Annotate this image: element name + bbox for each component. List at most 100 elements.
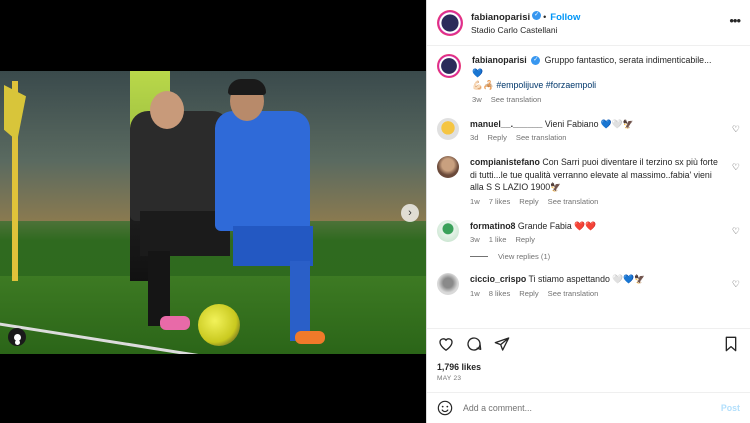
comment-meta: 3w 1 like Reply	[470, 235, 722, 244]
view-replies-label[interactable]: View replies (1)	[498, 252, 550, 261]
comment-text-block: formatino8 Grande Fabia ❤️❤️	[470, 220, 722, 233]
post-header: fabianoparisi ✓ • Follow Stadio Carlo Caste…	[427, 0, 750, 46]
comment-item: manuel__.______ Vieni Fabiano 💙🤍🦅 3d Repl…	[437, 117, 740, 143]
avatar[interactable]	[437, 54, 461, 78]
comment-username[interactable]: compianistefano	[470, 157, 540, 167]
comment-meta: 1w 7 likes Reply See translation	[470, 197, 722, 206]
instagram-post-view: › fabianoparisi ✓ • Follow Stadio Carlo Cas…	[0, 0, 750, 423]
share-icon[interactable]	[493, 335, 511, 353]
emoji-icon[interactable]	[437, 400, 453, 416]
player-blue-hair	[228, 79, 266, 95]
more-options-icon[interactable]: •••	[729, 13, 741, 28]
player-blue-leg	[290, 261, 310, 341]
caption-time: 3w	[472, 94, 482, 104]
comment-likes[interactable]: 1 like	[489, 235, 507, 244]
avatar[interactable]	[437, 273, 459, 295]
comment-time: 1w	[470, 288, 480, 298]
comment-text: Ti stiamo aspettando 🤍💙🦅	[528, 274, 646, 284]
follow-button[interactable]: Follow	[550, 12, 580, 23]
caption-hashtags[interactable]: #empolijuve #forzaempoli	[496, 80, 596, 90]
comment-icon[interactable]	[465, 335, 483, 353]
view-replies-button[interactable]: View replies (1)	[470, 252, 740, 261]
add-comment-bar: Post	[427, 392, 750, 423]
user-tag-glyph	[13, 333, 21, 341]
comment-text-block: compianistefano Con Sarri puoi diventare…	[470, 156, 722, 194]
caption: fabianoparisi ✓ Gruppo fantastico, serat…	[437, 54, 740, 104]
chevron-right-icon[interactable]: ›	[401, 204, 419, 222]
comment-svg	[467, 336, 482, 351]
comment-text: Vieni Fabiano 💙🤍🦅	[544, 118, 634, 129]
user-tag-icon[interactable]	[8, 328, 26, 346]
avatar[interactable]	[437, 9, 463, 36]
verified-badge-icon: ✓	[531, 56, 541, 66]
comment-username[interactable]: ciccio_crispo	[470, 274, 526, 284]
avatar[interactable]	[437, 219, 459, 242]
comments-list[interactable]: fabianoparisi ✓ Gruppo fantastico, serat…	[427, 46, 750, 322]
media-panel: ›	[0, 0, 426, 423]
comment-body: manuel__.______ Vieni Fabiano 💙🤍🦅 3d Repl…	[470, 118, 740, 143]
bookmark-icon[interactable]	[722, 335, 740, 353]
comment-likes[interactable]: 8 likes	[489, 289, 511, 298]
comment-meta: 3d Reply See translation	[470, 133, 722, 142]
see-translation-link[interactable]: See translation	[516, 133, 567, 142]
caption-meta: 3w See translation	[472, 95, 722, 104]
reply-button[interactable]: Reply	[515, 235, 534, 244]
comment-username[interactable]: manuel__.______	[470, 119, 542, 129]
comment-item: ciccio_crispo Ti stiamo aspettando 🤍💙🦅 1…	[437, 273, 740, 298]
action-bar	[427, 328, 750, 358]
see-translation-link[interactable]: See translation	[548, 289, 599, 298]
comment-likes[interactable]: 7 likes	[489, 197, 511, 206]
see-translation-link[interactable]: See translation	[548, 197, 599, 206]
comment-text-block: manuel__.______ Vieni Fabiano 💙🤍🦅	[470, 118, 722, 131]
comment-meta: 1w 8 likes Reply See translation	[470, 289, 722, 298]
player-black-shoe	[160, 316, 190, 330]
comment-time: 1w	[470, 196, 480, 206]
header-text: fabianoparisi ✓ • Follow Stadio Carlo Caste…	[471, 9, 580, 37]
share-svg	[494, 336, 510, 351]
heart-icon[interactable]: ♡	[732, 226, 740, 237]
player-black-leg	[148, 251, 170, 326]
post-photo[interactable]	[0, 71, 426, 354]
player-blue-shoe	[295, 331, 325, 344]
heart-icon[interactable]: ♡	[732, 162, 740, 173]
comment-username[interactable]: formatino8	[470, 221, 515, 231]
comment-time: 3w	[470, 235, 480, 244]
see-translation-link[interactable]: See translation	[491, 95, 542, 104]
likes-count[interactable]: 1,796 likes	[437, 362, 481, 372]
location-link[interactable]: Stadio Carlo Castellani	[471, 24, 580, 37]
heart-icon[interactable]	[437, 335, 455, 353]
header-dot: •	[543, 11, 547, 22]
verified-badge-icon: ✓	[532, 10, 542, 20]
avatar[interactable]	[437, 156, 459, 178]
post-sidebar: fabianoparisi ✓ • Follow Stadio Carlo Caste…	[426, 0, 750, 423]
heart-svg	[439, 338, 453, 351]
header-top-line: fabianoparisi ✓ • Follow	[471, 9, 580, 24]
reply-button[interactable]: Reply	[519, 197, 538, 206]
reply-button[interactable]: Reply	[487, 133, 506, 142]
heart-icon[interactable]: ♡	[732, 279, 740, 290]
comment-body: formatino8 Grande Fabia ❤️❤️ 3w 1 like Rep…	[470, 220, 740, 245]
comment-text: Grande Fabia ❤️❤️	[517, 220, 597, 231]
caption-text-block: fabianoparisi ✓ Gruppo fantastico, serat…	[472, 54, 722, 92]
post-comment-button[interactable]: Post	[721, 403, 740, 413]
comment-item: compianistefano Con Sarri puoi diventare…	[437, 156, 740, 206]
comment-input[interactable]	[463, 403, 721, 413]
reply-button[interactable]: Reply	[519, 289, 538, 298]
caption-body: fabianoparisi ✓ Gruppo fantastico, serat…	[472, 54, 740, 104]
post-date: MAY 23	[437, 375, 462, 382]
comment-time: 3d	[470, 133, 479, 142]
emoji-svg	[437, 400, 453, 416]
caption-username[interactable]: fabianoparisi	[472, 55, 527, 65]
avatar[interactable]	[437, 117, 459, 140]
comment-body: ciccio_crispo Ti stiamo aspettando 🤍💙🦅 1…	[470, 273, 740, 298]
player-black-head	[150, 91, 184, 129]
football	[198, 304, 240, 346]
heart-icon[interactable]: ♡	[732, 124, 740, 135]
comment-body: compianistefano Con Sarri puoi diventare…	[470, 156, 740, 206]
player-blue-shirt	[215, 111, 310, 231]
header-username[interactable]: fabianoparisi	[471, 12, 530, 23]
comment-text-block: ciccio_crispo Ti stiamo aspettando 🤍💙🦅	[470, 273, 722, 286]
replies-line	[470, 256, 488, 257]
bookmark-svg	[725, 336, 737, 351]
caption-emoji: 💪🏻🦂	[472, 80, 494, 90]
